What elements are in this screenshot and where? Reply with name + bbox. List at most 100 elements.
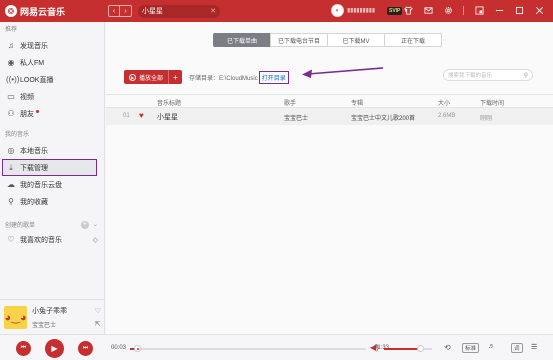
- sidebar-item-label: 视频: [20, 93, 34, 101]
- netease-logo-icon: ❂: [5, 5, 17, 17]
- sidebar-item-label: 我的音乐云盘: [20, 181, 62, 189]
- divider: [463, 5, 464, 15]
- like-icon[interactable]: ♡: [95, 307, 101, 315]
- tab-downloaded-songs[interactable]: 已下载单曲: [213, 33, 271, 47]
- mini-mode-icon[interactable]: [474, 5, 484, 15]
- note-icon: ♫: [8, 41, 14, 50]
- vip-badge[interactable]: SVIP: [387, 6, 403, 15]
- now-playing-title[interactable]: 小兔子乖乖: [32, 306, 95, 316]
- progress-slider[interactable]: [130, 348, 366, 350]
- sidebar-item-local-music[interactable]: ◎ 本地音乐: [0, 142, 104, 159]
- sidebar-item-collection[interactable]: ⚲ 我的收藏: [0, 193, 104, 210]
- sidebar-item-label: 私人FM: [20, 59, 45, 67]
- tab-downloaded-radio[interactable]: 已下载电台节目: [270, 33, 328, 47]
- section-title-my-music: 我的音乐: [5, 132, 30, 138]
- column-header-size[interactable]: 大小: [438, 98, 450, 107]
- storage-path: 存储目录：E:\CloudMusic: [189, 75, 258, 82]
- column-header-title[interactable]: 音乐标题: [157, 98, 181, 107]
- minimize-icon[interactable]: [494, 5, 504, 15]
- sidebar-item-cloud-drive[interactable]: ☁ 我的音乐云盘: [0, 176, 104, 193]
- heart-outline-icon: ♡: [7, 235, 15, 244]
- main-content: 已下载单曲 已下载电台节目 已下载MV 正在下载 ▶ 播放全部 + 存储目录：E…: [106, 22, 553, 334]
- username[interactable]: ▮▮▮▮▮▮▮▮▮: [347, 7, 385, 14]
- song-album[interactable]: 宝宝巴士中文儿歌200首: [351, 113, 415, 122]
- column-header-album[interactable]: 专辑: [351, 98, 363, 107]
- add-to-queue-button[interactable]: +: [168, 70, 183, 84]
- table-row[interactable]: 01 ♥ 小星星 宝宝巴士 宝宝巴士中文儿歌200首 2.6MB 刚刚: [106, 108, 553, 125]
- avatar[interactable]: ◐: [331, 4, 344, 17]
- search-box[interactable]: 小星星 ✕: [138, 4, 220, 18]
- user-area[interactable]: ◐ ▮▮▮▮▮▮▮▮▮ SVIP ▾: [331, 4, 407, 17]
- sidebar-item-friends[interactable]: ⚇ 朋友: [0, 105, 104, 122]
- sidebar-item-label: 朋友: [20, 110, 34, 118]
- sidebar-item-label: LOOK直播: [20, 76, 54, 84]
- live-icon: ((•)): [6, 75, 20, 84]
- open-directory-link[interactable]: 打开目录: [258, 70, 289, 84]
- local-music-icon: ◎: [7, 146, 15, 155]
- add-playlist-icon[interactable]: +: [80, 220, 89, 229]
- song-size: 2.6MB: [438, 113, 456, 119]
- song-title[interactable]: 小星星: [157, 112, 178, 122]
- search-input[interactable]: 小星星: [142, 6, 210, 16]
- heartbeat-mode-icon[interactable]: ◇: [93, 236, 98, 244]
- tab-downloading[interactable]: 正在下载: [384, 33, 442, 47]
- play-all-button[interactable]: ▶ 播放全部 +: [124, 70, 183, 84]
- search-icon[interactable]: ⚲: [524, 72, 528, 79]
- play-all-label: 播放全部: [139, 75, 164, 82]
- quality-button[interactable]: 标准: [462, 343, 480, 353]
- sidebar-item-discover[interactable]: ♫ 发现音乐: [0, 37, 104, 54]
- download-tabs: 已下载单曲 已下载电台节目 已下载MV 正在下载: [213, 33, 442, 47]
- download-icon: ⤓: [9, 162, 13, 172]
- close-icon[interactable]: [534, 5, 544, 15]
- back-button[interactable]: ‹: [108, 5, 120, 17]
- column-header-artist[interactable]: 歌手: [284, 98, 296, 107]
- maximize-icon[interactable]: [514, 5, 524, 15]
- column-header-time[interactable]: 下载时间: [480, 98, 504, 107]
- sidebar-item-look-live[interactable]: ((•)) LOOK直播: [0, 71, 104, 88]
- gear-icon[interactable]: [443, 5, 453, 15]
- radio-icon: ◉: [7, 58, 15, 67]
- previous-track-button[interactable]: ⏮: [16, 341, 31, 356]
- notification-dot: [36, 110, 39, 113]
- title-bar: ❂ 网易云音乐 ‹ › 小星星 ✕ ◐ ▮▮▮▮▮▮▮▮▮ SVIP ▾: [0, 0, 553, 22]
- download-search-input[interactable]: 搜索我下载的音乐: [448, 71, 524, 79]
- album-cover[interactable]: ◕‿◕: [4, 305, 27, 329]
- table-header: 音乐标题 歌手 专辑 大小 下载时间: [106, 94, 553, 108]
- app-logo[interactable]: ❂ 网易云音乐: [0, 5, 100, 18]
- sidebar-item-label: 发现音乐: [20, 42, 48, 50]
- volume-slider[interactable]: [384, 348, 432, 350]
- next-track-button[interactable]: ⏭: [78, 341, 93, 356]
- lyrics-button[interactable]: 词: [511, 343, 523, 353]
- volume-icon[interactable]: ◀): [370, 343, 379, 352]
- cloud-icon: ☁: [7, 180, 15, 189]
- forward-button[interactable]: ›: [120, 5, 132, 17]
- play-circle-icon: ▶: [129, 73, 136, 81]
- chevron-down-icon[interactable]: ⌄: [93, 221, 98, 229]
- search-icon[interactable]: ✕: [210, 7, 216, 15]
- shirt-icon[interactable]: [403, 5, 413, 15]
- now-playing-artist[interactable]: 宝宝巴士: [32, 320, 95, 329]
- volume-knob[interactable]: [417, 345, 424, 352]
- section-title-recommend: 推荐: [5, 27, 18, 33]
- sidebar-item-liked-music[interactable]: ♡ 我喜欢的音乐 ◇: [0, 231, 104, 248]
- sidebar-item-label: 下载管理: [20, 164, 48, 172]
- loop-mode-icon[interactable]: ⟲: [444, 343, 451, 352]
- download-search-box[interactable]: 搜索我下载的音乐 ⚲: [443, 69, 533, 81]
- now-playing-card[interactable]: ◕‿◕ 小兔子乖乖 宝宝巴士 ♡ ⇱: [0, 299, 105, 334]
- song-artist[interactable]: 宝宝巴士: [284, 113, 308, 122]
- sidebar-item-video[interactable]: ▭ 视频: [0, 88, 104, 105]
- video-icon: ▭: [7, 92, 15, 101]
- sidebar-item-fm[interactable]: ◉ 私人FM: [0, 54, 104, 71]
- tab-downloaded-mv[interactable]: 已下载MV: [327, 33, 385, 47]
- row-index: 01: [123, 113, 130, 119]
- play-button[interactable]: ▶: [45, 339, 64, 358]
- sound-effect-icon[interactable]: ♬: [488, 343, 495, 350]
- share-icon[interactable]: ⇱: [95, 320, 101, 328]
- player-bar: ⏮ ▶ ⏭ 00:03 01:33 ◀) ⟲ 标准 ♬ 词 ☰: [0, 334, 553, 360]
- sidebar-item-downloads[interactable]: ⤓ 下载管理: [2, 159, 97, 176]
- liked-heart-icon[interactable]: ♥: [139, 111, 144, 120]
- playlist-queue-icon[interactable]: ☰: [531, 343, 537, 351]
- progress-knob[interactable]: [133, 345, 141, 352]
- mail-icon[interactable]: [423, 5, 433, 15]
- friends-icon: ⚇: [7, 109, 15, 118]
